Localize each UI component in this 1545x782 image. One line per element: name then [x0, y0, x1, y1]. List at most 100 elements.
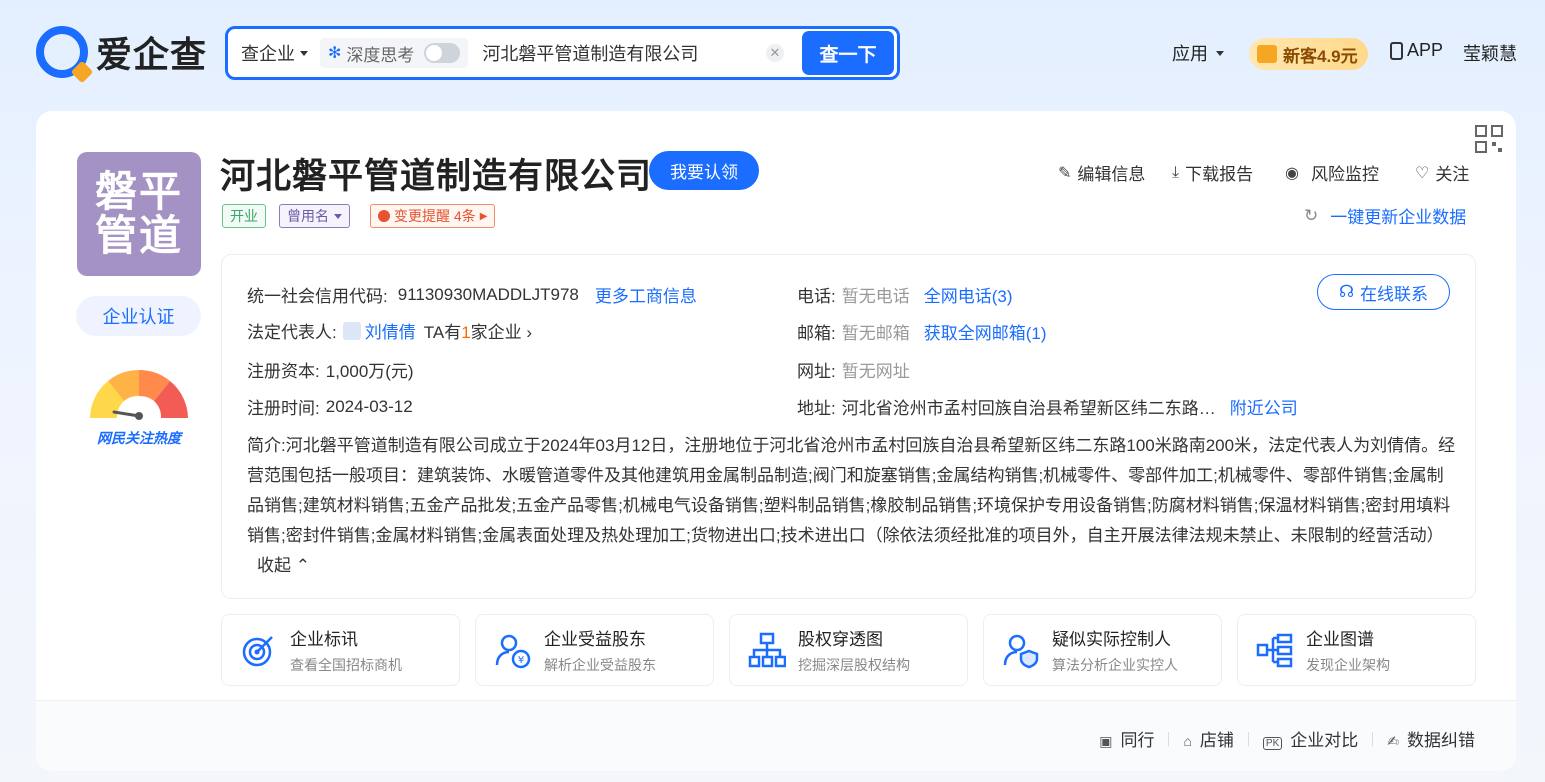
email-label: 邮箱:: [797, 324, 836, 343]
capital-row: 注册资本: 1,000万(元): [247, 357, 414, 382]
avatar-text: 磐平管道: [94, 168, 183, 259]
capital-value: 1,000万(元): [325, 362, 414, 381]
reg-date-label: 注册时间:: [247, 399, 320, 418]
tile-title: 疑似实际控制人: [1052, 630, 1171, 649]
compare-label: 企业对比: [1290, 731, 1359, 750]
deep-think-toggle[interactable]: ✻ 深度思考: [320, 38, 469, 68]
all-phones-link[interactable]: 全网电话(3): [924, 282, 1013, 307]
heart-icon: ♡: [1415, 164, 1430, 182]
toggle-switch[interactable]: [424, 43, 461, 63]
shop-icon: ⌂: [1183, 733, 1192, 749]
shops-link[interactable]: ⌂ 店铺: [1183, 726, 1233, 751]
refresh-data-label: 一键更新企业数据: [1330, 208, 1467, 227]
collapse-button[interactable]: 收起 ⌃: [257, 556, 310, 575]
legal-rep-label: 法定代表人:: [247, 323, 337, 342]
follow-label: 关注: [1435, 165, 1470, 184]
headset-icon: ☊: [1338, 282, 1355, 301]
online-contact-button[interactable]: ☊ 在线联系: [1317, 274, 1450, 310]
search-type-dropdown[interactable]: 查企业: [228, 40, 308, 66]
vip-label: 新客4.9元: [1283, 46, 1358, 66]
chevron-down-icon: [334, 213, 342, 219]
app-download-link[interactable]: APP: [1390, 40, 1443, 61]
logo[interactable]: 爱企查: [36, 26, 207, 78]
heat-label: 网民关注热度: [97, 430, 181, 446]
edit-info-label: 编辑信息: [1077, 165, 1146, 184]
target-icon: [242, 636, 273, 667]
edit-info-button[interactable]: ✎ 编辑信息: [1058, 160, 1145, 185]
person-icon: [342, 321, 361, 340]
refresh-icon: ↻: [1304, 205, 1319, 225]
divider: [1168, 731, 1170, 746]
tile-title: 企业受益股东: [544, 630, 646, 649]
all-emails-link[interactable]: 获取全网邮箱(1): [924, 319, 1047, 344]
tile-company-graph[interactable]: 企业图谱 发现企业架构: [1237, 614, 1476, 686]
companies-prefix: TA有: [423, 323, 462, 342]
follow-button[interactable]: ♡ 关注: [1415, 160, 1469, 185]
capital-label: 注册资本:: [247, 362, 320, 381]
user-name: 莹颖慧: [1463, 44, 1517, 64]
compare-link[interactable]: PK 企业对比: [1262, 726, 1359, 751]
collapse-label: 收起: [257, 556, 291, 575]
search-bar: 查企业 ✻ 深度思考 ✕ 查一下: [225, 26, 900, 80]
tile-equity-chart[interactable]: 股权穿透图 挖掘深层股权结构: [729, 614, 968, 686]
search-input[interactable]: [482, 42, 743, 64]
claim-button[interactable]: 我要认领: [649, 151, 759, 190]
phone-row: 电话: 暂无电话 全网电话(3): [797, 282, 1013, 307]
chevron-down-icon: [1216, 50, 1224, 56]
tile-subtitle: 查看全国招标商机: [290, 657, 402, 673]
chevron-right-icon: ›: [526, 323, 533, 342]
phone-label: 电话:: [797, 287, 836, 306]
company-avatar: 磐平管道: [77, 152, 201, 276]
feature-tiles: 企业标讯查看全国招标商机 ¥ 企业受益股东 解析企业受益股东 股权穿透图 挖掘深层股…: [221, 614, 1476, 686]
credit-code-row: 统一社会信用代码: 91130930MADDLJT978 更多工商信息: [247, 282, 697, 307]
qr-code-icon[interactable]: [1474, 124, 1504, 154]
org-tree-icon: [748, 632, 786, 668]
nearby-companies-link[interactable]: 附近公司: [1230, 394, 1298, 419]
phone-icon: [1390, 41, 1403, 60]
atom-icon: ✻: [328, 45, 342, 62]
legal-rep-link[interactable]: 刘倩倩: [365, 318, 416, 343]
app-label: APP: [1407, 40, 1444, 60]
user-menu[interactable]: 莹颖慧: [1463, 40, 1517, 66]
online-contact-label: 在线联系: [1360, 284, 1429, 304]
peers-link[interactable]: ▣ 同行: [1099, 726, 1154, 751]
person-shield-icon: [1003, 634, 1039, 669]
clear-icon[interactable]: ✕: [766, 44, 784, 62]
legal-rep-row: 法定代表人: 刘倩倩 TA有1家企业 ›: [247, 318, 532, 343]
refresh-data-button[interactable]: ↻ 一键更新企业数据: [1304, 203, 1466, 228]
tile-bid-info[interactable]: 企业标讯查看全国招标商机: [221, 614, 460, 686]
more-info-link[interactable]: 更多工商信息: [595, 282, 697, 307]
company-name: 河北磐平管道制造有限公司: [220, 157, 653, 196]
pencil-icon: ✎: [1058, 164, 1072, 182]
chevron-up-icon: ⌃: [295, 556, 310, 575]
search-type-label: 查企业: [241, 44, 295, 64]
credit-code-value: 91130930MADDLJT978: [397, 284, 579, 304]
tile-beneficiary[interactable]: ¥ 企业受益股东 解析企业受益股东: [475, 614, 714, 686]
phone-value: 暂无电话: [841, 287, 910, 306]
correction-link[interactable]: ✍ 数据纠错: [1387, 726, 1475, 751]
search-button[interactable]: 查一下: [802, 31, 894, 75]
tile-controller[interactable]: 疑似实际控制人 算法分析企业实控人: [983, 614, 1222, 686]
eye-icon: ◉: [1285, 164, 1299, 182]
tile-subtitle: 发现企业架构: [1306, 657, 1390, 673]
legal-rep-companies[interactable]: TA有1家企业 ›: [424, 318, 532, 343]
shops-label: 店铺: [1199, 731, 1234, 750]
status-badge: 开业: [222, 204, 266, 228]
change-alert-tag[interactable]: 变更提醒 4条 ▶: [370, 204, 496, 228]
nav-app-menu[interactable]: 应用: [1172, 40, 1224, 66]
graph-icon: [1256, 633, 1293, 668]
tile-title: 企业标讯: [290, 630, 358, 649]
intro-label: 简介:: [247, 436, 286, 455]
reg-date-value: 2024-03-12: [325, 396, 413, 416]
vip-promo-button[interactable]: 新客4.9元: [1249, 38, 1368, 70]
logo-text: 爱企查: [96, 34, 208, 75]
alias-dropdown[interactable]: 曾用名: [279, 204, 350, 228]
risk-monitor-button[interactable]: ◉ 风险监控: [1285, 160, 1379, 185]
peers-label: 同行: [1120, 731, 1155, 750]
deep-think-label: 深度思考: [346, 45, 415, 65]
website-row: 网址: 暂无网址: [797, 357, 910, 382]
chevron-down-icon: [300, 50, 308, 56]
person-money-icon: ¥: [495, 634, 531, 669]
download-report-button[interactable]: ⤓ 下载报告: [1172, 160, 1253, 185]
cert-button[interactable]: 企业认证: [76, 296, 201, 336]
